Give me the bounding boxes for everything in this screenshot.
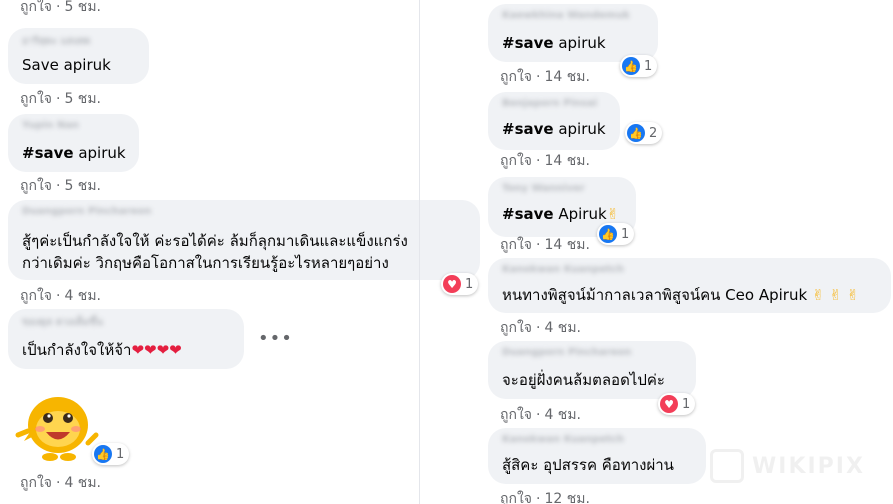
right-comment-column: Kaewkhina Wandemuk #save apiruk 👍 1 ถูกใ… [0,0,893,504]
comment-bubble: Benjaporn Pinsai #save apiruk [488,92,620,150]
reaction-badge[interactable]: 👍 2 [625,122,663,144]
comment-meta: ถูกใจ · 4 ชม. [500,320,581,336]
comment-time[interactable]: 12 ชม. [544,491,589,504]
comment-author[interactable]: Kaewkhina Wandemuk [502,10,630,22]
victory-hand-emoji: ✌ [606,205,620,223]
reaction-count: 2 [649,125,658,141]
like-link[interactable]: ถูกใจ [500,153,532,169]
comment-text: #save apiruk [502,34,606,52]
watermark-text: WIKIPIX [752,453,865,479]
comment-text: #save apiruk [502,120,606,138]
like-link[interactable]: ถูกใจ [500,491,532,504]
like-reaction-icon: 👍 [599,225,617,243]
comment-author[interactable]: Kanokwan Kuanpetch [502,434,624,446]
comment-meta: ถูกใจ · 14 ชม. [500,69,590,85]
comment-author[interactable]: Duangporn Pinchareon [502,347,631,359]
victory-hand-emoji: ✌ ✌ ✌ [811,286,860,304]
comment-meta: ถูกใจ · 14 ชม. [500,153,590,169]
reaction-count: 1 [621,226,630,242]
hashtag[interactable]: #save [502,34,554,52]
comment-time[interactable]: 14 ชม. [544,237,589,253]
comment-time[interactable]: 4 ชม. [544,407,581,423]
reaction-badge[interactable]: ♥ 1 [658,393,696,415]
comment-time[interactable]: 4 ชม. [544,320,581,336]
comment-text: #save Apiruk✌ [502,205,620,223]
comment-author[interactable]: Kanokwan Kuanpetch [502,264,624,276]
watermark-logo-icon [710,449,744,483]
like-link[interactable]: ถูกใจ [500,320,532,336]
comment-time[interactable]: 14 ชม. [544,69,589,85]
reaction-badge[interactable]: 👍 1 [597,223,635,245]
comment-time[interactable]: 14 ชม. [544,153,589,169]
comment-meta: ถูกใจ · 4 ชม. [500,407,581,423]
comment-author[interactable]: Benjaporn Pinsai [502,98,597,110]
hashtag[interactable]: #save [502,120,554,138]
comment-author[interactable]: Tony Wanniver [502,183,585,195]
comment-text: จะอยู่ฝั่งคนล้มตลอดไปค่ะ [502,371,665,389]
reaction-count: 1 [682,396,691,412]
like-link[interactable]: ถูกใจ [500,407,532,423]
love-reaction-icon: ♥ [660,395,678,413]
like-reaction-icon: 👍 [627,124,645,142]
comment-bubble: Duangporn Pinchareon จะอยู่ฝั่งคนล้มตลอด… [488,341,696,399]
comment-text: หนทางพิสูจน์ม้ากาลเวลาพิสูจน์คน Ceo Apir… [502,286,860,304]
watermark: WIKIPIX [710,436,890,496]
comment-bubble: Kaewkhina Wandemuk #save apiruk [488,4,658,62]
comment-bubble: Kanokwan Kuanpetch หนทางพิสูจน์ม้ากาลเวล… [488,258,891,313]
hashtag[interactable]: #save [502,205,554,223]
comment-meta: ถูกใจ · 14 ชม. [500,237,590,253]
like-reaction-icon: 👍 [622,57,640,75]
like-link[interactable]: ถูกใจ [500,237,532,253]
reaction-badge[interactable]: 👍 1 [620,55,658,77]
reaction-count: 1 [644,58,653,74]
comment-text: สู้สิคะ อุปสรรค คือทางผ่าน [502,456,674,474]
like-link[interactable]: ถูกใจ [500,69,532,85]
comment-meta: ถูกใจ · 12 ชม. [500,488,590,504]
comment-bubble: Kanokwan Kuanpetch สู้สิคะ อุปสรรค คือทา… [488,428,706,484]
